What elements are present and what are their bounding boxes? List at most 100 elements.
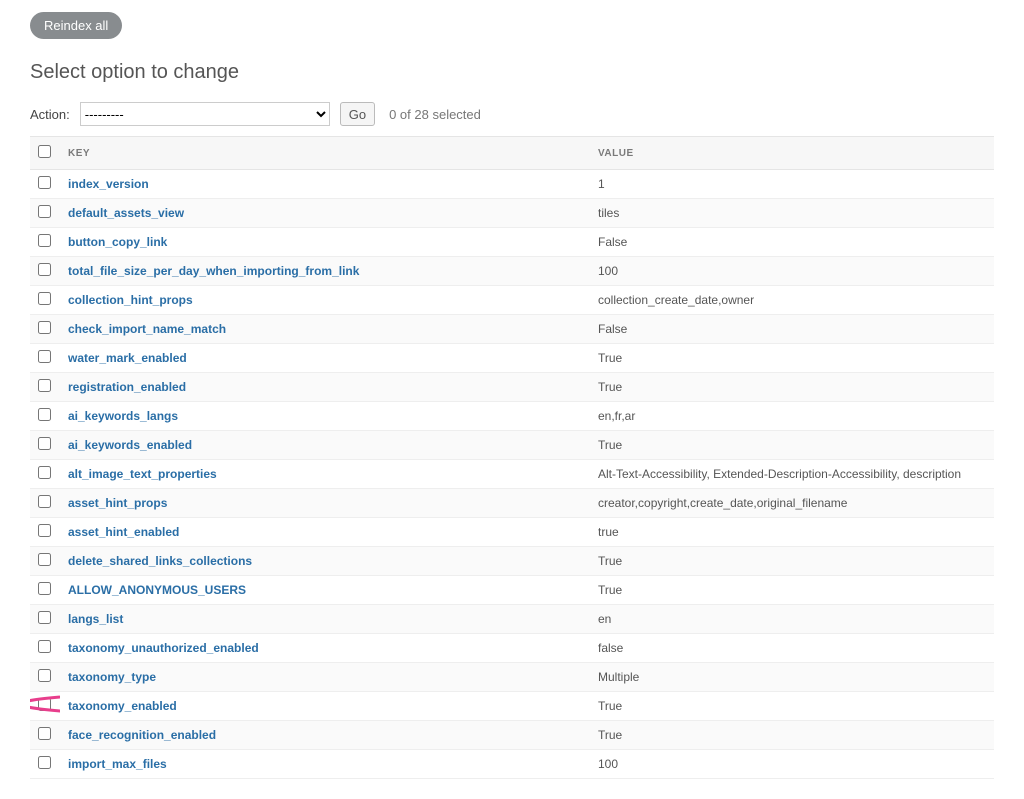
row-value-cell: False <box>590 228 994 257</box>
row-checkbox[interactable] <box>38 756 51 769</box>
row-checkbox-cell <box>30 373 60 402</box>
row-value-cell: Alt-Text-Accessibility, Extended-Descrip… <box>590 460 994 489</box>
table-row: index_version1 <box>30 170 994 199</box>
row-value-cell: tiles <box>590 199 994 228</box>
option-key-link[interactable]: water_mark_enabled <box>68 351 187 365</box>
row-checkbox[interactable] <box>38 205 51 218</box>
table-row: button_copy_link False <box>30 228 994 257</box>
row-checkbox[interactable] <box>38 292 51 305</box>
row-checkbox[interactable] <box>38 495 51 508</box>
row-key-cell: face_recognition_enabled <box>60 721 590 750</box>
row-checkbox[interactable] <box>38 350 51 363</box>
row-checkbox[interactable] <box>38 669 51 682</box>
option-key-link[interactable]: asset_hint_enabled <box>68 525 179 539</box>
option-key-link[interactable]: face_recognition_enabled <box>68 728 216 742</box>
row-checkbox[interactable] <box>38 727 51 740</box>
row-value-cell: 100 <box>590 257 994 286</box>
option-key-link[interactable]: index_version <box>68 177 149 191</box>
col-header-value[interactable]: VALUE <box>590 137 994 170</box>
select-all-checkbox[interactable] <box>38 145 51 158</box>
option-key-link[interactable]: asset_hint_props <box>68 496 167 510</box>
option-key-link[interactable]: ai_keywords_langs <box>68 409 178 423</box>
row-value-cell: True <box>590 721 994 750</box>
row-value-cell: 100 <box>590 750 994 779</box>
table-row: alt_image_text_properties Alt-Text-Access… <box>30 460 994 489</box>
page-title: Select option to change <box>30 61 994 84</box>
option-key-link[interactable]: taxonomy_type <box>68 670 156 684</box>
row-key-cell: collection_hint_props <box>60 286 590 315</box>
row-checkbox[interactable] <box>38 321 51 334</box>
row-checkbox[interactable] <box>38 234 51 247</box>
row-value-cell: collection_create_date,owner <box>590 286 994 315</box>
row-checkbox[interactable] <box>38 582 51 595</box>
row-checkbox[interactable] <box>38 640 51 653</box>
action-label: Action: <box>30 107 70 122</box>
table-row: water_mark_enabled True <box>30 344 994 373</box>
row-checkbox[interactable] <box>38 553 51 566</box>
row-checkbox[interactable] <box>38 466 51 479</box>
row-checkbox-cell <box>30 286 60 315</box>
option-key-link[interactable]: registration_enabled <box>68 380 186 394</box>
row-key-cell: asset_hint_enabled <box>60 518 590 547</box>
option-key-link[interactable]: langs_list <box>68 612 123 626</box>
row-value-cell: en,fr,ar <box>590 402 994 431</box>
row-checkbox-cell <box>30 170 60 199</box>
option-key-link[interactable]: check_import_name_match <box>68 322 226 336</box>
row-checkbox[interactable] <box>38 379 51 392</box>
row-checkbox-cell <box>30 721 60 750</box>
row-checkbox-cell <box>30 750 60 779</box>
row-checkbox-cell <box>30 634 60 663</box>
option-key-link[interactable]: taxonomy_unauthorized_enabled <box>68 641 259 655</box>
row-checkbox-cell <box>30 547 60 576</box>
row-value-cell: True <box>590 547 994 576</box>
row-key-cell: taxonomy_type <box>60 663 590 692</box>
col-header-select <box>30 137 60 170</box>
row-checkbox[interactable] <box>38 176 51 189</box>
option-key-link[interactable]: ai_keywords_enabled <box>68 438 192 452</box>
row-key-cell: delete_shared_links_collections <box>60 547 590 576</box>
table-row: face_recognition_enabled True <box>30 721 994 750</box>
row-key-cell: ALLOW_ANONYMOUS_USERS <box>60 576 590 605</box>
col-header-key[interactable]: KEY <box>60 137 590 170</box>
row-checkbox-cell <box>30 663 60 692</box>
table-row: ai_keywords_langs en,fr,ar <box>30 402 994 431</box>
row-checkbox[interactable] <box>38 611 51 624</box>
row-value-cell: creator,copyright,create_date,original_f… <box>590 489 994 518</box>
option-key-link[interactable]: delete_shared_links_collections <box>68 554 252 568</box>
table-row: collection_hint_props collection_create_d… <box>30 286 994 315</box>
row-checkbox-cell <box>30 315 60 344</box>
option-key-link[interactable]: import_max_files <box>68 757 167 771</box>
row-checkbox[interactable] <box>38 524 51 537</box>
row-key-cell: button_copy_link <box>60 228 590 257</box>
row-checkbox-cell <box>30 576 60 605</box>
table-row: check_import_name_matchFalse <box>30 315 994 344</box>
row-value-cell: True <box>590 692 994 721</box>
row-value-cell: True <box>590 344 994 373</box>
row-key-cell: total_file_size_per_day_when_importing_f… <box>60 257 590 286</box>
action-bar: Action: --------- Go 0 of 28 selected <box>30 102 994 126</box>
row-key-cell: registration_enabled <box>60 373 590 402</box>
option-key-link[interactable]: default_assets_view <box>68 206 184 220</box>
row-checkbox[interactable] <box>38 263 51 276</box>
reindex-all-button[interactable]: Reindex all <box>30 12 122 39</box>
row-checkbox-cell <box>30 431 60 460</box>
option-key-link[interactable]: taxonomy_enabled <box>68 699 177 713</box>
selection-counter: 0 of 28 selected <box>389 107 481 122</box>
action-select[interactable]: --------- <box>80 102 330 126</box>
row-key-cell: ai_keywords_langs <box>60 402 590 431</box>
option-key-link[interactable]: alt_image_text_properties <box>68 467 217 481</box>
option-key-link[interactable]: button_copy_link <box>68 235 167 249</box>
table-row: import_max_files 100 <box>30 750 994 779</box>
row-checkbox[interactable] <box>38 698 51 711</box>
row-checkbox-cell <box>30 257 60 286</box>
row-checkbox[interactable] <box>38 437 51 450</box>
table-row: asset_hint_enabledtrue <box>30 518 994 547</box>
row-checkbox-cell <box>30 460 60 489</box>
option-key-link[interactable]: total_file_size_per_day_when_importing_f… <box>68 264 359 278</box>
row-key-cell: default_assets_view <box>60 199 590 228</box>
option-key-link[interactable]: ALLOW_ANONYMOUS_USERS <box>68 583 246 597</box>
option-key-link[interactable]: collection_hint_props <box>68 293 193 307</box>
row-checkbox[interactable] <box>38 408 51 421</box>
row-key-cell: langs_list <box>60 605 590 634</box>
go-button[interactable]: Go <box>340 102 375 126</box>
